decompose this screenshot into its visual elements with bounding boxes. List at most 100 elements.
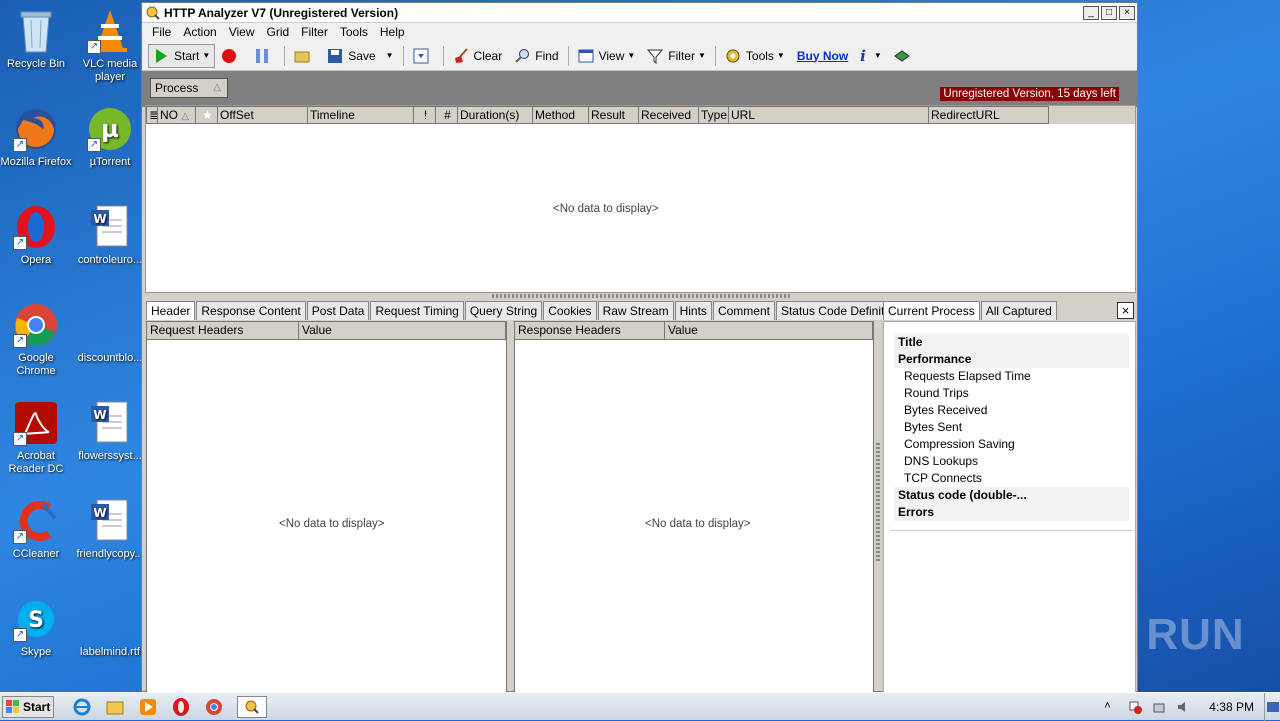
- stop-button[interactable]: [215, 44, 248, 68]
- find-button[interactable]: Find: [508, 44, 564, 68]
- menu-action[interactable]: Action: [177, 25, 222, 39]
- menu-help[interactable]: Help: [374, 25, 411, 39]
- buy-now-link[interactable]: Buy Now: [791, 44, 854, 68]
- save-button[interactable]: Save ▼: [321, 44, 399, 68]
- desktop-icon-firefox[interactable]: ↗ Mozilla Firefox: [0, 106, 72, 169]
- tab-current-process[interactable]: Current Process: [883, 301, 980, 320]
- stat-tree-item[interactable]: Status code (double-...: [894, 487, 1129, 504]
- chevron-down-icon[interactable]: ▼: [386, 51, 394, 60]
- desktop-icon-chrome[interactable]: ↗ Google Chrome: [0, 302, 72, 378]
- tab-all-captured[interactable]: All Captured: [980, 301, 1057, 320]
- stat-tree-item[interactable]: Round Trips: [894, 385, 1129, 402]
- chevron-down-icon[interactable]: ▼: [202, 51, 210, 60]
- tab-header[interactable]: Header: [146, 301, 196, 320]
- start-button[interactable]: Start ▼: [148, 43, 216, 68]
- show-desktop-button[interactable]: [1264, 693, 1280, 721]
- column-received[interactable]: Received: [639, 106, 699, 124]
- column-warning[interactable]: !: [414, 106, 436, 124]
- stat-tree-item[interactable]: Title: [894, 334, 1129, 351]
- column-chooser-icon[interactable]: ≣: [146, 106, 158, 124]
- help-book-button[interactable]: [888, 44, 921, 68]
- process-group-header[interactable]: Process △: [150, 78, 228, 98]
- request-headers-panel[interactable]: Request Headers Value <No data to displa…: [146, 321, 507, 693]
- desktop-icon-skype[interactable]: S ↗ Skype: [0, 596, 72, 659]
- desktop-icon-ccleaner[interactable]: ↗ CCleaner: [0, 498, 72, 561]
- chrome-taskbar-icon[interactable]: [204, 697, 224, 717]
- filter-menu-button[interactable]: Filter ▼: [641, 44, 712, 68]
- request-value-column[interactable]: Value: [299, 322, 506, 340]
- tab-request-timing[interactable]: Request Timing: [370, 301, 464, 320]
- column-result[interactable]: Result: [589, 106, 639, 124]
- desktop-icon-file-4[interactable]: labelmind.rtf: [74, 596, 146, 659]
- menu-view[interactable]: View: [223, 25, 261, 39]
- column-no[interactable]: NO △: [158, 106, 196, 124]
- internet-explorer-icon[interactable]: [72, 697, 92, 717]
- tools-menu-button[interactable]: Tools ▼: [719, 44, 791, 68]
- network-icon[interactable]: [1152, 700, 1166, 714]
- column-timeline[interactable]: Timeline: [308, 106, 414, 124]
- stat-tree-item[interactable]: DNS Lookups: [894, 453, 1129, 470]
- stat-tree-item[interactable]: Errors: [894, 504, 1129, 521]
- view-menu-button[interactable]: View ▼: [572, 44, 642, 68]
- opera-taskbar-icon[interactable]: [171, 697, 191, 717]
- tab-query-string[interactable]: Query String: [464, 301, 543, 320]
- response-headers-column[interactable]: Response Headers: [515, 322, 665, 340]
- stat-tree-item[interactable]: Bytes Sent: [894, 419, 1129, 436]
- menu-filter[interactable]: Filter: [295, 25, 334, 39]
- show-hidden-icons-icon[interactable]: ˄: [1104, 700, 1118, 714]
- request-headers-column[interactable]: Request Headers: [147, 322, 299, 340]
- action-center-flag-icon[interactable]: [1128, 700, 1143, 714]
- tab-raw-stream[interactable]: Raw Stream: [597, 301, 674, 320]
- clock[interactable]: 4:38 PM: [1209, 700, 1254, 714]
- desktop-icon-recycle-bin[interactable]: Recycle Bin: [0, 8, 72, 71]
- tab-hints[interactable]: Hints: [674, 301, 712, 320]
- pause-button[interactable]: [248, 44, 281, 68]
- stat-tree-item[interactable]: Compression Saving: [894, 436, 1129, 453]
- column-duration[interactable]: Duration(s): [458, 106, 533, 124]
- media-player-icon[interactable]: [138, 697, 158, 717]
- info-button[interactable]: i ▼: [854, 44, 888, 68]
- stat-tree-item[interactable]: Performance: [894, 351, 1129, 368]
- title-bar[interactable]: HTTP Analyzer V7 (Unregistered Version) …: [142, 3, 1137, 23]
- horizontal-splitter[interactable]: [492, 294, 792, 298]
- start-menu-button[interactable]: Start: [2, 695, 54, 718]
- desktop-icon-file-2[interactable]: discountblo...: [74, 302, 146, 365]
- desktop-icon-word-doc-1[interactable]: W controleuro...: [74, 204, 146, 267]
- column-url[interactable]: URL: [729, 106, 929, 124]
- desktop-icon-opera[interactable]: ↗ Opera: [0, 204, 72, 267]
- desktop-icon-vlc[interactable]: ↗ VLC media player: [74, 8, 146, 84]
- stat-tree-item[interactable]: TCP Connects: [894, 470, 1129, 487]
- sessions-grid[interactable]: ≣ NO △ ★ OffSet Timeline ! # Duration(s)…: [145, 105, 1136, 293]
- column-method[interactable]: Method: [533, 106, 589, 124]
- file-explorer-icon[interactable]: [105, 697, 125, 717]
- stat-tree-item[interactable]: Bytes Received: [894, 402, 1129, 419]
- clear-button[interactable]: Clear: [447, 44, 509, 68]
- maximize-button[interactable]: □: [1101, 5, 1117, 20]
- response-headers-panel[interactable]: Response Headers Value <No data to displ…: [514, 321, 874, 693]
- menu-file[interactable]: File: [146, 25, 177, 39]
- close-button[interactable]: ×: [1119, 5, 1135, 20]
- column-redirect-url[interactable]: RedirectURL: [929, 106, 1049, 124]
- response-value-column[interactable]: Value: [665, 322, 873, 340]
- column-count[interactable]: #: [436, 106, 458, 124]
- autoscroll-button[interactable]: [407, 44, 440, 68]
- menu-tools[interactable]: Tools: [334, 25, 374, 39]
- http-analyzer-task-button[interactable]: [237, 695, 267, 718]
- open-button[interactable]: [288, 44, 321, 68]
- volume-icon[interactable]: [1176, 700, 1190, 714]
- stat-tree-item[interactable]: Requests Elapsed Time: [894, 368, 1129, 385]
- close-pane-icon[interactable]: ×: [1117, 302, 1134, 319]
- tab-post-data[interactable]: Post Data: [306, 301, 370, 320]
- minimize-button[interactable]: _: [1083, 5, 1099, 20]
- menu-grid[interactable]: Grid: [261, 25, 296, 39]
- tab-cookies[interactable]: Cookies: [543, 301, 597, 320]
- column-offset[interactable]: OffSet: [218, 106, 308, 124]
- tab-response-content[interactable]: Response Content: [196, 301, 306, 320]
- star-column-icon[interactable]: ★: [196, 106, 218, 124]
- vertical-splitter[interactable]: [876, 443, 880, 563]
- desktop-icon-acrobat[interactable]: ↗ Acrobat Reader DC: [0, 400, 72, 476]
- tab-comment[interactable]: Comment: [712, 301, 775, 320]
- desktop-icon-utorrent[interactable]: µ ↗ µTorrent: [74, 106, 146, 169]
- desktop-icon-word-doc-3[interactable]: W friendlycopy...: [74, 498, 146, 561]
- column-type[interactable]: Type: [699, 106, 729, 124]
